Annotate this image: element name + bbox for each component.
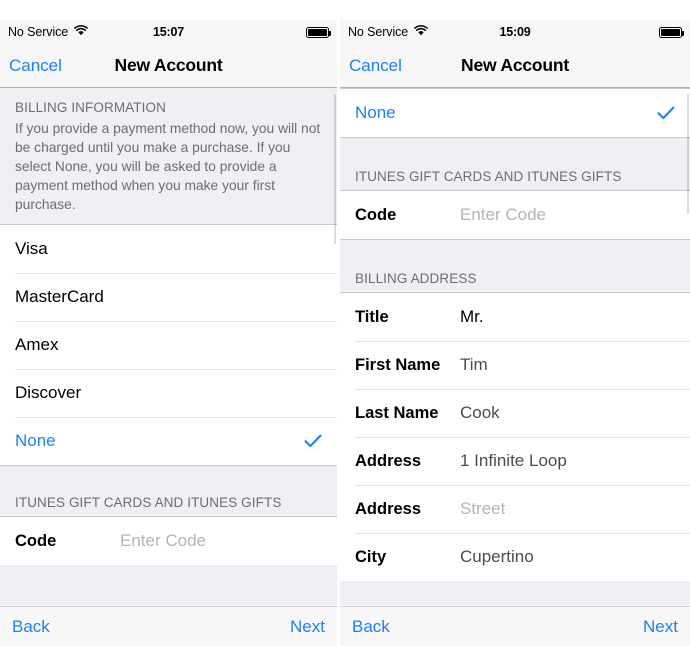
phone-screen-left: No Service 15:07 Cancel New Account BILL… [0, 20, 337, 646]
gift-code-row[interactable]: Code Enter Code [340, 191, 690, 239]
payment-method-label: None [355, 103, 396, 122]
billing-address-group: Title Mr. First Name Tim Last Name Cook … [340, 292, 690, 581]
nav-bar-left: Cancel New Account [0, 44, 337, 88]
scroll-indicator[interactable] [333, 94, 336, 244]
payment-method-label: None [15, 431, 56, 450]
payment-method-row-mastercard[interactable]: MasterCard [0, 273, 337, 321]
field-label: City [355, 547, 387, 566]
field-value[interactable]: Tim [460, 355, 488, 375]
billing-address-header: BILLING ADDRESS [340, 240, 690, 292]
field-label: Last Name [355, 403, 439, 422]
scroll-content-left[interactable]: BILLING INFORMATION If you provide a pay… [0, 88, 337, 605]
status-bar-right: No Service 15:09 [340, 20, 690, 44]
status-right-group [306, 26, 331, 38]
gift-code-group: Code Enter Code [340, 190, 690, 240]
checkmark-icon [304, 434, 322, 448]
scroll-indicator[interactable] [686, 94, 689, 214]
toolbar-right: Back Next [340, 606, 690, 646]
carrier-label: No Service [348, 25, 409, 39]
carrier-label: No Service [8, 25, 69, 39]
payment-method-row-amex[interactable]: Amex [0, 321, 337, 369]
toolbar-left: Back Next [0, 606, 337, 646]
status-left-group: No Service [8, 25, 88, 39]
billing-information-header: BILLING INFORMATION [0, 88, 337, 119]
wifi-icon [414, 25, 428, 39]
checkmark-icon [657, 106, 675, 120]
billing-field-first-name[interactable]: First Name Tim [340, 341, 690, 389]
screenshot-stage: No Service 15:07 Cancel New Account BILL… [0, 0, 690, 646]
field-label: Title [355, 307, 389, 326]
scroll-content-right[interactable]: None ITUNES GIFT CARDS AND ITUNES GIFTS … [340, 88, 690, 605]
payment-method-label: Amex [15, 335, 59, 354]
billing-field-last-name[interactable]: Last Name Cook [340, 389, 690, 437]
back-button[interactable]: Back [352, 617, 390, 637]
next-button[interactable]: Next [643, 617, 678, 637]
gift-code-label: Code [15, 531, 57, 550]
gift-code-input[interactable]: Enter Code [120, 531, 206, 551]
cancel-button[interactable]: Cancel [340, 56, 402, 76]
gift-code-row[interactable]: Code Enter Code [0, 517, 337, 565]
payment-method-label: Visa [15, 239, 48, 258]
nav-bar-right: Cancel New Account [340, 44, 690, 88]
payment-method-label: Discover [15, 383, 82, 402]
field-value[interactable]: Cook [460, 403, 500, 423]
itunes-gift-cards-header: ITUNES GIFT CARDS AND ITUNES GIFTS [340, 138, 690, 190]
payment-method-row-none[interactable]: None [340, 89, 690, 137]
field-value[interactable]: 1 Infinite Loop [460, 451, 567, 471]
payment-method-group: Visa MasterCard Amex Discover None [0, 224, 337, 466]
billing-field-address-2[interactable]: Address Street [340, 485, 690, 533]
field-label: First Name [355, 355, 441, 374]
itunes-gift-cards-header: ITUNES GIFT CARDS AND ITUNES GIFTS [0, 466, 337, 516]
battery-full-icon [306, 26, 331, 38]
status-right-group [659, 26, 684, 38]
field-value[interactable]: Cupertino [460, 547, 534, 567]
phone-screen-right: No Service 15:09 Cancel New Account None… [340, 20, 690, 646]
field-label: Address [355, 499, 422, 518]
battery-full-icon [659, 26, 684, 38]
status-left-group: No Service [348, 25, 428, 39]
payment-method-row-visa[interactable]: Visa [0, 225, 337, 273]
none-row-group: None [340, 88, 690, 138]
gift-code-label: Code [355, 205, 397, 224]
gift-code-group: Code Enter Code [0, 516, 337, 565]
wifi-icon [74, 25, 88, 39]
billing-field-address-1[interactable]: Address 1 Infinite Loop [340, 437, 690, 485]
field-value[interactable]: Street [460, 499, 505, 519]
payment-method-row-none[interactable]: None [0, 417, 337, 465]
billing-field-city[interactable]: City Cupertino [340, 533, 690, 581]
billing-field-title[interactable]: Title Mr. [340, 293, 690, 341]
cancel-button[interactable]: Cancel [0, 56, 62, 76]
field-label: Address [355, 451, 422, 470]
field-value[interactable]: Mr. [460, 307, 484, 327]
back-button[interactable]: Back [12, 617, 50, 637]
next-button[interactable]: Next [290, 617, 325, 637]
billing-information-blurb: If you provide a payment method now, you… [0, 119, 337, 224]
gift-code-input[interactable]: Enter Code [460, 205, 546, 225]
payment-method-row-discover[interactable]: Discover [0, 369, 337, 417]
status-bar-left: No Service 15:07 [0, 20, 337, 44]
payment-method-label: MasterCard [15, 287, 104, 306]
